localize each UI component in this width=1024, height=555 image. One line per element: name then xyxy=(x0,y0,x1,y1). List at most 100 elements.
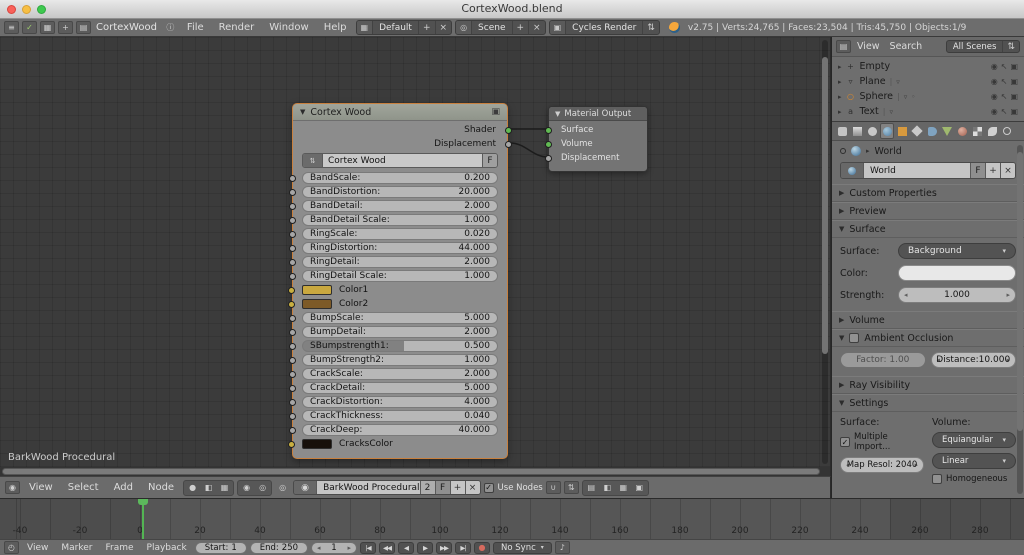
node-group-name-value[interactable]: Cortex Wood xyxy=(323,154,482,167)
collapse-node-icon[interactable]: ▼ xyxy=(300,108,305,116)
input-socket[interactable] xyxy=(289,357,296,364)
material-output-node[interactable]: ▼ Material Output Surface Volume Displac… xyxy=(548,106,648,172)
current-frame-field[interactable]: ◂1▸ xyxy=(311,542,357,554)
multiple-importance-checkbox[interactable] xyxy=(840,437,850,447)
menu-view[interactable]: View xyxy=(23,482,59,493)
surface-shader-dropdown[interactable]: Background▾ xyxy=(898,243,1016,259)
renderability-icon[interactable]: ▣ xyxy=(1010,92,1018,101)
decrement-icon[interactable]: ◂ xyxy=(904,291,908,299)
param-row[interactable]: BandDetail:2.000 xyxy=(302,200,498,212)
selectability-icon[interactable]: ↖ xyxy=(1001,62,1008,71)
input-socket[interactable] xyxy=(289,175,296,182)
panel-volume[interactable]: ▶Volume xyxy=(832,311,1024,329)
tab-render-layers[interactable] xyxy=(850,123,864,139)
snap-icon[interactable]: ∪ xyxy=(546,481,561,494)
panel-preview[interactable]: ▶Preview xyxy=(832,202,1024,220)
input-socket[interactable] xyxy=(289,273,296,280)
editor-type-button[interactable]: ▤ xyxy=(836,40,851,53)
tab-modifiers[interactable] xyxy=(925,123,939,139)
sampling-dropdown[interactable]: Equiangular▾ xyxy=(932,432,1016,448)
new-tree-button[interactable]: + xyxy=(450,481,465,494)
header-icon[interactable]: ▤ xyxy=(584,482,599,494)
menu-window[interactable]: Window xyxy=(263,22,314,33)
panel-surface[interactable]: ▼Surface xyxy=(832,220,1024,238)
play-reverse-button[interactable]: ◀ xyxy=(398,542,414,554)
color-input-row[interactable]: Color1 xyxy=(302,284,498,296)
input-socket[interactable] xyxy=(289,385,296,392)
tab-scene[interactable] xyxy=(865,123,879,139)
input-socket[interactable] xyxy=(289,231,296,238)
input-socket[interactable] xyxy=(289,329,296,336)
fake-user-button[interactable]: F xyxy=(970,163,985,178)
menu-view[interactable]: View xyxy=(22,543,53,553)
param-row[interactable]: RingDetail Scale:1.000 xyxy=(302,270,498,282)
param-row[interactable]: RingDetail:2.000 xyxy=(302,256,498,268)
param-row[interactable]: CrackDetail:5.000 xyxy=(302,382,498,394)
node-tree-icon[interactable]: ⇅ xyxy=(303,154,323,167)
tab-particles[interactable] xyxy=(985,123,999,139)
decrement-icon[interactable]: ◂ xyxy=(846,461,850,469)
color-input-socket[interactable] xyxy=(288,287,295,294)
header-icon[interactable]: ▦ xyxy=(616,482,631,494)
header-icon[interactable]: ▣ xyxy=(632,482,647,494)
increment-icon[interactable]: ▸ xyxy=(348,544,352,552)
input-socket[interactable] xyxy=(289,315,296,322)
collapse-node-icon[interactable]: ▼ xyxy=(555,110,560,118)
color-input-socket[interactable] xyxy=(288,301,295,308)
outliner-scope-value[interactable]: All Scenes xyxy=(947,41,1003,52)
panel-custom-properties[interactable]: ▶Custom Properties xyxy=(832,184,1024,202)
tab-physics[interactable] xyxy=(1000,123,1014,139)
scene-selector[interactable]: ◎ Scene + × xyxy=(455,20,546,35)
texture-nodes-icon[interactable]: ▦ xyxy=(217,482,232,494)
add-layout-button[interactable]: + xyxy=(418,21,435,34)
shader-output-socket[interactable] xyxy=(505,127,512,134)
render-engine-value[interactable]: Cycles Render xyxy=(565,21,642,34)
color-input-row[interactable]: Color2 xyxy=(302,298,498,310)
shader-nodes-icon[interactable]: ● xyxy=(185,482,200,494)
param-row[interactable]: CrackDistortion:4.000 xyxy=(302,396,498,408)
item-label[interactable]: Text xyxy=(860,106,879,117)
sync-mode-dropdown[interactable]: No Sync▾ xyxy=(493,542,552,554)
interpolation-dropdown[interactable]: Linear▾ xyxy=(932,453,1016,469)
expand-icon[interactable]: ▸ xyxy=(838,78,842,86)
previous-keyframe-button[interactable]: ◀◀ xyxy=(379,542,395,554)
input-socket[interactable] xyxy=(289,217,296,224)
color2-swatch[interactable] xyxy=(302,299,332,309)
unlink-tree-button[interactable]: × xyxy=(465,481,480,494)
current-frame-marker[interactable] xyxy=(142,499,144,539)
new-world-button[interactable]: + xyxy=(985,163,1000,178)
input-socket[interactable] xyxy=(289,189,296,196)
node-tree-name[interactable]: BarkWood Procedural xyxy=(316,481,419,494)
use-nodes-toggle[interactable]: Use Nodes xyxy=(484,483,543,493)
outliner-item-text[interactable]: ▸ a Text | ▿ ◉ ↖ ▣ xyxy=(836,104,1020,119)
param-row[interactable]: CrackThickness:0.040 xyxy=(302,410,498,422)
item-label[interactable]: Empty xyxy=(860,61,891,72)
unlink-world-button[interactable]: × xyxy=(1000,163,1015,178)
cracks-color-swatch[interactable] xyxy=(302,439,332,449)
outliner-scope-selector[interactable]: All Scenes ⇅ xyxy=(946,40,1020,53)
node-editor-hscrollbar[interactable] xyxy=(0,467,831,476)
toolbar-icon[interactable]: + xyxy=(58,21,73,34)
param-row[interactable]: RingDistortion:44.000 xyxy=(302,242,498,254)
world-datablock-selector[interactable]: World F + × xyxy=(840,162,1016,179)
panel-ambient-occlusion[interactable]: ▼Ambient Occlusion xyxy=(832,329,1024,347)
decrement-icon[interactable]: ◂ xyxy=(317,544,321,552)
editor-type-button[interactable]: ◴ xyxy=(4,541,19,554)
param-row[interactable]: BandDetail Scale:1.000 xyxy=(302,214,498,226)
input-socket[interactable] xyxy=(289,413,296,420)
editor-type-button[interactable]: ≡ xyxy=(4,21,19,34)
selectability-icon[interactable]: ↖ xyxy=(1001,77,1008,86)
properties-vscrollbar[interactable] xyxy=(1017,145,1023,494)
delete-layout-button[interactable]: × xyxy=(435,21,452,34)
menu-file[interactable]: File xyxy=(181,22,210,33)
tab-object[interactable] xyxy=(895,123,909,139)
renderability-icon[interactable]: ▣ xyxy=(1010,62,1018,71)
editor-type-button[interactable]: ◉ xyxy=(5,481,20,494)
timeline-ruler[interactable]: -40 -20 0 20 40 60 80 100 120 140 160 18… xyxy=(0,498,1024,539)
ao-distance-field[interactable]: ◂Distance:10.000▸ xyxy=(931,352,1017,368)
color-input-row[interactable]: CracksColor xyxy=(302,438,498,450)
toolbar-icon[interactable]: ✓ xyxy=(22,21,37,34)
compositing-nodes-icon[interactable]: ◧ xyxy=(201,482,216,494)
toolbar-icon[interactable]: ▦ xyxy=(40,21,55,34)
menu-select[interactable]: Select xyxy=(62,482,105,493)
